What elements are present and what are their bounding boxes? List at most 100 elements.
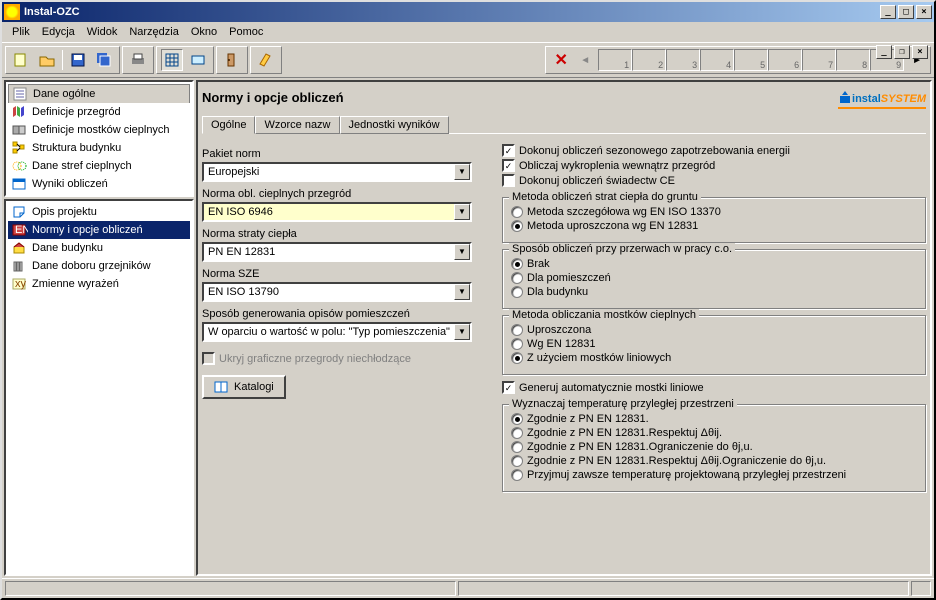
combo-sposob[interactable]: ▼ (202, 322, 472, 342)
radio-g4-4[interactable]: Zgodnie z PN EN 12831.Respektuj Δθij.Ogr… (511, 455, 917, 467)
sidebar-item-dane-ogolne[interactable]: Dane ogólne (8, 84, 190, 103)
radio-g2-3[interactable]: Dla budynku (511, 286, 917, 298)
cb-sezonowe[interactable]: ✓Dokonuj obliczeń sezonowego zapotrzebow… (502, 144, 926, 157)
form-area: Pakiet norm ▼ Norma obl. cieplnych przeg… (202, 134, 926, 498)
close-button[interactable]: × (916, 5, 932, 19)
sidebar-item-definicje-przegrod[interactable]: Definicje przegród (8, 103, 190, 121)
nav-3[interactable]: 3 (666, 49, 700, 71)
prev-icon[interactable]: ◄ (576, 55, 594, 66)
menu-widok[interactable]: Widok (81, 24, 124, 40)
menu-edycja[interactable]: Edycja (36, 24, 81, 40)
combo-norma-cieplnych[interactable]: ▼ (202, 202, 472, 222)
other-view-icon[interactable] (187, 49, 209, 71)
mdi-close[interactable]: × (912, 45, 928, 59)
book-icon (214, 380, 230, 394)
nav-2[interactable]: 2 (632, 49, 666, 71)
chevron-down-icon[interactable]: ▼ (454, 164, 470, 180)
combo-norma-straty[interactable]: ▼ (202, 242, 472, 262)
tab-wzorce[interactable]: Wzorce nazw (255, 116, 339, 134)
cb-swiadectw[interactable]: Dokonuj obliczeń świadectw CE (502, 174, 926, 187)
nav-4[interactable]: 4 (700, 49, 734, 71)
status-cell-1 (5, 581, 456, 596)
sidebar-item-zmienne[interactable]: xyZmienne wyrażeń (8, 275, 190, 293)
label-sposob: Sposób generowania opisów pomieszczeń (202, 308, 482, 320)
sidebar-item-budynku[interactable]: Dane budynku (8, 239, 190, 257)
svg-text:EN: EN (15, 224, 28, 236)
door-icon[interactable] (221, 49, 243, 71)
radio-g4-3[interactable]: Zgodnie z PN EN 12831.Ograniczenie do θj… (511, 441, 917, 453)
sidebar-item-normy[interactable]: ENNormy i opcje obliczeń (8, 221, 190, 239)
toolbar-group-exit (216, 46, 248, 74)
sidebar-item-opis[interactable]: Opis projektu (8, 203, 190, 221)
print-icon[interactable] (127, 49, 149, 71)
left-column: Pakiet norm ▼ Norma obl. cieplnych przeg… (202, 142, 482, 498)
chevron-down-icon[interactable]: ▼ (454, 244, 470, 260)
menu-okno[interactable]: Okno (185, 24, 223, 40)
katalogi-button[interactable]: Katalogi (202, 375, 286, 399)
sidebar-item-wyniki[interactable]: Wyniki obliczeń (8, 175, 190, 193)
tab-jednostki[interactable]: Jednostki wyników (340, 116, 449, 134)
cb-hide-graphic: Ukryj graficzne przegrody niechłodzące (202, 352, 482, 365)
group-przerwach: Sposób obliczeń przy przerwach w pracy c… (502, 249, 926, 309)
menu-narzedzia[interactable]: Narzędzia (123, 24, 185, 40)
combo-pakiet[interactable]: ▼ (202, 162, 472, 182)
menu-pomoc[interactable]: Pomoc (223, 24, 269, 40)
status-cell-2 (458, 581, 909, 596)
main-panel: Normy i opcje obliczeń instalSYSTEM Ogól… (196, 80, 932, 576)
mdi-minimize[interactable]: _ (876, 45, 892, 59)
radio-g3-2[interactable]: Wg EN 12831 (511, 338, 917, 350)
cb-wykroplenia[interactable]: ✓Obliczaj wykroplenia wewnątrz przegród (502, 159, 926, 172)
checkbox-hide (202, 352, 215, 365)
label-norma-cieplnych: Norma obl. cieplnych przegród (202, 188, 482, 200)
radio-g4-5[interactable]: Przyjmuj zawsze temperaturę projektowaną… (511, 469, 917, 481)
tab-ogolne[interactable]: Ogólne (202, 116, 255, 134)
window-buttons: _ □ × (880, 5, 932, 19)
radio-g4-1[interactable]: Zgodnie z PN EN 12831. (511, 413, 917, 425)
brand-logo: instalSYSTEM (838, 86, 926, 109)
sidebar-item-mostkow[interactable]: Definicje mostków cieplnych (8, 121, 190, 139)
radio-g4-2[interactable]: Zgodnie z PN EN 12831.Respektuj Δθij. (511, 427, 917, 439)
cb-generuj[interactable]: ✓Generuj automatycznie mostki liniowe (502, 381, 926, 394)
radio-g1-2[interactable]: Metoda uproszczona wg EN 12831 (511, 220, 917, 232)
nav-8[interactable]: 8 (836, 49, 870, 71)
chevron-down-icon[interactable]: ▼ (454, 284, 470, 300)
sidebar-item-stref[interactable]: Dane stref cieplnych (8, 157, 190, 175)
combo-norma-sze[interactable]: ▼ (202, 282, 472, 302)
maximize-button[interactable]: □ (898, 5, 914, 19)
radio-g3-1[interactable]: Uproszczona (511, 324, 917, 336)
nav-6[interactable]: 6 (768, 49, 802, 71)
radio-g1-1[interactable]: Metoda szczegółowa wg EN ISO 13370 (511, 206, 917, 218)
group-mostkow: Metoda obliczania mostków cieplnych Upro… (502, 315, 926, 375)
statusbar (2, 578, 934, 598)
page-title: Normy i opcje obliczeń (202, 90, 344, 105)
minimize-button[interactable]: _ (880, 5, 896, 19)
save-icon[interactable] (67, 49, 89, 71)
delete-icon[interactable]: ✕ (550, 49, 572, 71)
radio-g2-1[interactable]: Brak (511, 258, 917, 270)
nav-7[interactable]: 7 (802, 49, 836, 71)
chevron-down-icon[interactable]: ▼ (454, 204, 470, 220)
toolbar: ✕ ◄ 1 2 3 4 5 6 7 8 9 ► (2, 42, 934, 78)
radio-g2-2[interactable]: Dla pomieszczeń (511, 272, 917, 284)
nav-5[interactable]: 5 (734, 49, 768, 71)
toolbar-group-nav: ✕ ◄ 1 2 3 4 5 6 7 8 9 ► (545, 46, 931, 74)
menu-plik[interactable]: Plik (6, 24, 36, 40)
saveall-icon[interactable] (93, 49, 115, 71)
radio-g3-3[interactable]: Z użyciem mostków liniowych (511, 352, 917, 364)
main-window: Instal-OZC _ □ × Plik Edycja Widok Narzę… (0, 0, 936, 600)
sidebar-item-struktura[interactable]: Struktura budynku (8, 139, 190, 157)
titlebar: Instal-OZC _ □ × (2, 2, 934, 22)
mdi-restore[interactable]: ❐ (894, 45, 910, 59)
toolbar-group-view (156, 46, 214, 74)
window-title: Instal-OZC (24, 6, 880, 18)
nav-1[interactable]: 1 (598, 49, 632, 71)
group-grunt: Metoda obliczeń strat ciepła do gruntu M… (502, 197, 926, 243)
sidebar-item-doboru[interactable]: Dane doboru grzejników (8, 257, 190, 275)
sidebar-bottom-panel: Opis projektu ENNormy i opcje obliczeń D… (4, 199, 194, 576)
grid-icon[interactable] (161, 49, 183, 71)
open-icon[interactable] (36, 49, 58, 71)
new-icon[interactable] (10, 49, 32, 71)
help-icon[interactable] (255, 49, 277, 71)
chevron-down-icon[interactable]: ▼ (454, 324, 470, 340)
content-area: Dane ogólne Definicje przegród Definicje… (2, 78, 934, 578)
